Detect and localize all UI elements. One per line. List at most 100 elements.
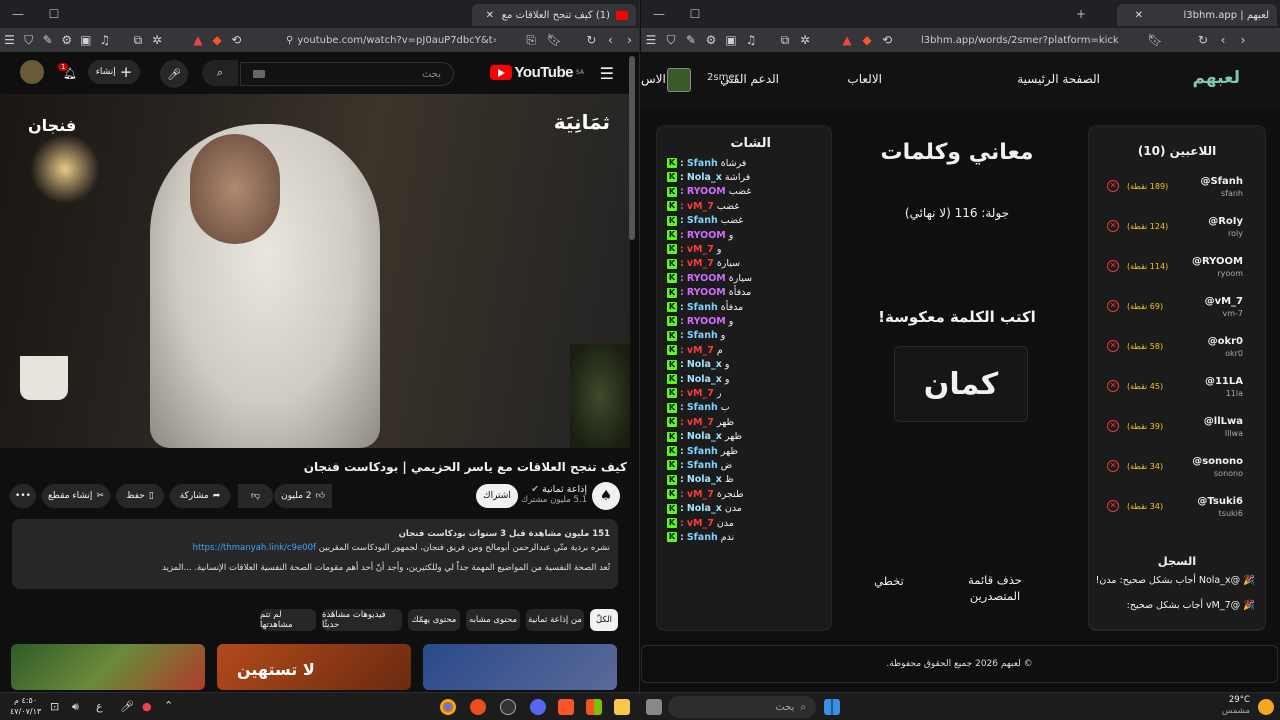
- brave-icon[interactable]: [558, 699, 574, 715]
- clock[interactable]: ٤:٥٠ م ٤٧/٠٧/١٣: [10, 695, 41, 717]
- avatar[interactable]: [20, 60, 44, 84]
- recommended-thumbnail[interactable]: [423, 644, 617, 690]
- shield-icon[interactable]: ⛉: [661, 33, 681, 48]
- task-view-icon[interactable]: [646, 699, 662, 715]
- skip-button[interactable]: تخطي: [851, 574, 927, 588]
- file-explorer-icon[interactable]: [614, 699, 630, 715]
- video-player[interactable]: فنجان ثمَانِيَة: [0, 94, 630, 448]
- address-bar[interactable]: l3bhm.app/words/2smer?platform=kick: [921, 31, 1147, 49]
- chip-channel[interactable]: من إذاعة ثمانية: [526, 609, 584, 631]
- video-description[interactable]: 151 مليون مشاهدة قبل 3 سنوات بودكاست فنج…: [12, 519, 618, 589]
- scrollbar[interactable]: [629, 56, 635, 240]
- clear-leaderboard-button[interactable]: حذف قائمة المتصدرين: [957, 572, 1033, 604]
- remove-player-icon[interactable]: ✕: [1107, 500, 1119, 512]
- share-button[interactable]: ➦ مشاركة: [170, 484, 230, 508]
- notification-icon[interactable]: ⊡: [50, 700, 59, 713]
- volume-icon[interactable]: 🔊︎: [72, 700, 79, 714]
- brave-shield-icon[interactable]: ◆: [857, 33, 877, 47]
- minimize-button[interactable]: —: [641, 7, 677, 21]
- recommended-thumbnail[interactable]: [11, 644, 205, 690]
- reload-icon[interactable]: ↻: [1193, 33, 1213, 47]
- minimize-button[interactable]: —: [0, 7, 36, 21]
- nav-games[interactable]: الالعاب: [847, 72, 882, 86]
- music-icon[interactable]: ♫: [741, 33, 761, 47]
- clip-button[interactable]: ✂ إنشاء مقطع: [42, 484, 110, 508]
- forward-icon[interactable]: ›: [620, 33, 639, 47]
- language-indicator[interactable]: ع: [96, 700, 103, 713]
- nav-home[interactable]: الصفحة الرئيسية: [1017, 72, 1100, 86]
- back-icon[interactable]: ‹: [601, 33, 620, 47]
- channel-info[interactable]: إذاعة ثمانية ✔ 5.1 مليون مشترك: [521, 484, 587, 505]
- extensions-icon[interactable]: ✲: [147, 33, 166, 47]
- sidebar-icon[interactable]: ▣: [721, 33, 741, 47]
- subscribe-button[interactable]: اشتراك: [476, 484, 518, 508]
- create-button[interactable]: + إنشاء: [88, 60, 140, 84]
- puzzle-icon[interactable]: ⚙: [57, 33, 76, 47]
- chrome-icon[interactable]: [440, 699, 456, 715]
- remove-player-icon[interactable]: ✕: [1107, 260, 1119, 272]
- sidebar-icon[interactable]: ▣: [76, 33, 95, 47]
- weather-widget[interactable]: 29°C مشمس: [1222, 695, 1250, 717]
- mic-icon[interactable]: 🎤︎: [120, 700, 134, 713]
- share-icon[interactable]: ⟲: [877, 33, 897, 47]
- menu-icon[interactable]: ☰: [0, 33, 19, 47]
- puzzle-icon[interactable]: ⚙: [701, 33, 721, 47]
- remove-player-icon[interactable]: ✕: [1107, 460, 1119, 472]
- maximize-button[interactable]: ☐: [677, 7, 713, 21]
- brave-rewards-icon[interactable]: ▲: [189, 33, 208, 47]
- user-avatar[interactable]: [667, 68, 691, 92]
- reload-icon[interactable]: ↻: [582, 33, 601, 47]
- bookmark-icon[interactable]: 🔖︎: [545, 33, 564, 47]
- chip-for-you[interactable]: محتوى يهمّك: [408, 609, 460, 631]
- sun-icon[interactable]: [1258, 699, 1274, 715]
- hamburger-menu-icon[interactable]: ☰: [600, 64, 614, 83]
- address-bar[interactable]: ⚲ youtube.com/watch?v=pJ0auP7dbcY&t=8...: [286, 31, 496, 49]
- taskbar-search[interactable]: ⌕ بحث: [668, 696, 816, 718]
- new-tab-button[interactable]: +: [1063, 7, 1099, 21]
- voice-search-icon[interactable]: 🎤︎: [160, 60, 188, 88]
- extension-icon[interactable]: ✎: [681, 33, 701, 47]
- remove-player-icon[interactable]: ✕: [1107, 220, 1119, 232]
- tab-l3bhm[interactable]: لعبهم | l3bhm.app ✕: [1117, 4, 1277, 26]
- maximize-button[interactable]: ☐: [36, 7, 72, 21]
- menu-icon[interactable]: ☰: [641, 33, 661, 47]
- remove-player-icon[interactable]: ✕: [1107, 420, 1119, 432]
- share-icon[interactable]: ⟲: [227, 33, 246, 47]
- record-icon[interactable]: ●: [142, 700, 152, 713]
- keyboard-icon[interactable]: [253, 70, 265, 78]
- windows-start-icon[interactable]: [824, 699, 840, 715]
- desc-link[interactable]: https://thmanyah.link/c9e00f: [193, 543, 316, 553]
- like-button[interactable]: 👍︎ 2 مليون: [274, 484, 332, 508]
- shield-icon[interactable]: ⛉: [19, 33, 38, 48]
- remove-player-icon[interactable]: ✕: [1107, 340, 1119, 352]
- tray-expand-icon[interactable]: ⌃: [164, 699, 173, 712]
- dislike-button[interactable]: 👎︎: [238, 484, 273, 508]
- chip-all[interactable]: الكلّ: [590, 609, 618, 631]
- music-icon[interactable]: ♫: [95, 33, 114, 47]
- extensions-icon[interactable]: ✲: [795, 33, 815, 47]
- forward-icon[interactable]: ›: [1233, 33, 1253, 47]
- youtube-logo[interactable]: YouTube SA: [489, 64, 584, 81]
- app-icon[interactable]: [470, 699, 486, 715]
- recommended-thumbnail[interactable]: لا تستهين: [217, 644, 411, 690]
- remove-player-icon[interactable]: ✕: [1107, 380, 1119, 392]
- nav-extra[interactable]: الاس: [641, 72, 666, 86]
- extension-icon[interactable]: ✎: [38, 33, 57, 47]
- chip-similar[interactable]: محتوى مشابه: [466, 609, 520, 631]
- chip-unwatched[interactable]: لم تتم مشاهدتها: [260, 609, 316, 631]
- channel-avatar[interactable]: ♠: [592, 482, 620, 510]
- more-actions-icon[interactable]: •••: [10, 484, 36, 508]
- chip-recent[interactable]: فيديوهات مشاهَدة حديثًا: [322, 609, 402, 631]
- app-icon[interactable]: [500, 699, 516, 715]
- remove-player-icon[interactable]: ✕: [1107, 180, 1119, 192]
- brave-rewards-icon[interactable]: ▲: [837, 33, 857, 47]
- back-icon[interactable]: ‹: [1213, 33, 1233, 47]
- discord-icon[interactable]: [530, 699, 546, 715]
- close-tab-icon[interactable]: ✕: [1135, 10, 1143, 21]
- copy-icon[interactable]: ⎘: [522, 33, 541, 48]
- remove-player-icon[interactable]: ✕: [1107, 300, 1119, 312]
- tab-youtube[interactable]: (1) كيف تنجح العلاقات مع ياسر ا ✕: [472, 4, 636, 26]
- bookmark-icon[interactable]: 🔖︎: [1145, 33, 1165, 47]
- site-logo[interactable]: لعبهم: [1193, 68, 1240, 88]
- screenshot-icon[interactable]: ⧉: [775, 33, 795, 48]
